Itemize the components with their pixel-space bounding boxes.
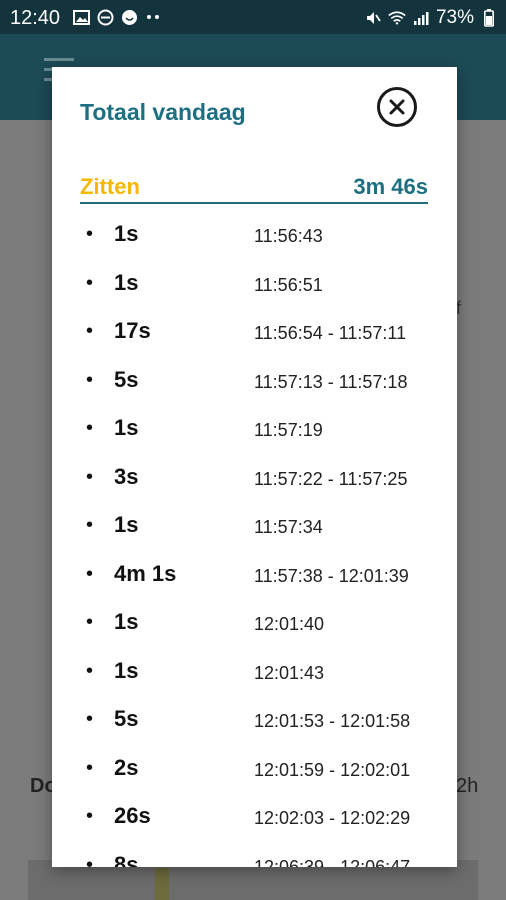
mute-icon — [364, 9, 382, 27]
bullet: • — [86, 562, 94, 585]
entry-time: 12:01:43 — [254, 662, 325, 683]
section-name: Zitten — [80, 174, 140, 199]
entry-time: 11:57:19 — [254, 420, 323, 440]
section-total: 3m 46s — [353, 174, 428, 199]
bullet: • — [86, 223, 94, 245]
close-icon — [389, 99, 405, 115]
bullet: • — [86, 368, 94, 391]
entry-duration: 1s — [114, 512, 139, 537]
entry-time: 11:57:22 - 11:57:25 — [254, 468, 408, 489]
list-item: • 8s 12:06:39 - 12:06:47 — [80, 852, 440, 868]
status-bar: 12:40 73% — [0, 0, 506, 34]
bullet: • — [86, 805, 94, 827]
wifi-icon — [388, 9, 406, 27]
totals-dialog: Totaal vandaag Zitten 3m 46s • 1s 11:56:43… — [52, 67, 457, 867]
list-item: • 26s 12:02:03 - 12:02:29 — [80, 803, 440, 852]
battery-icon — [480, 9, 498, 27]
section-header: Zitten 3m 46s — [80, 174, 428, 204]
entry-duration: 1s — [114, 657, 139, 683]
entry-duration: 26s — [114, 803, 151, 828]
list-item: • 1s 11:56:43 — [80, 221, 440, 270]
entry-duration: 5s — [114, 706, 139, 731]
entry-duration: 5s — [114, 366, 139, 392]
entry-duration: 3s — [114, 463, 139, 489]
background-label-right: 2h — [456, 775, 479, 797]
signal-icon — [412, 9, 430, 27]
bullet: • — [86, 853, 94, 868]
list-item: • 1s 11:57:34 — [80, 512, 440, 561]
bullet: • — [86, 465, 94, 488]
entry-time: 12:01:53 - 12:01:58 — [254, 711, 411, 731]
list-item: • 17s 11:56:54 - 11:57:11 — [80, 318, 440, 367]
entry-duration: 17s — [114, 318, 151, 343]
list-item: • 1s 11:57:19 — [80, 415, 440, 464]
list-item: • 1s 12:01:40 — [80, 609, 440, 658]
more-dots-icon — [144, 8, 162, 26]
bullet: • — [86, 708, 94, 730]
bullet: • — [86, 417, 94, 439]
bullet: • — [86, 756, 94, 779]
status-icons-left — [72, 8, 162, 26]
entry-time: 12:06:39 - 12:06:47 — [254, 856, 411, 868]
face-icon — [120, 8, 138, 26]
list-item: • 5s 11:57:13 - 11:57:18 — [80, 367, 440, 416]
bullet: • — [86, 514, 94, 536]
list-item: • 5s 12:01:53 - 12:01:58 — [80, 706, 440, 755]
entry-duration: 1s — [114, 609, 139, 634]
entry-time: 12:01:59 - 12:02:01 — [254, 759, 411, 780]
entry-duration: 4m 1s — [114, 560, 177, 586]
entry-duration: 8s — [114, 851, 139, 868]
entry-time: 11:57:38 - 12:01:39 — [254, 565, 409, 586]
dialog-title: Totaal vandaag — [80, 99, 246, 125]
background-bar — [155, 868, 169, 900]
entry-duration: 2s — [114, 754, 139, 780]
bullet: • — [86, 611, 94, 633]
entry-duration: 1s — [114, 269, 139, 295]
status-icons-right: 73% — [364, 7, 498, 29]
bullet: • — [86, 320, 94, 342]
list-item: • 1s 12:01:43 — [80, 658, 440, 707]
entry-time: 11:56:54 - 11:57:11 — [254, 323, 407, 343]
battery-percent: 73% — [435, 7, 474, 28]
list-item: • 1s 11:56:51 — [80, 270, 440, 319]
entry-time: 11:57:13 - 11:57:18 — [254, 371, 408, 392]
list-item: • 3s 11:57:22 - 11:57:25 — [80, 464, 440, 513]
list-item: • 2s 12:01:59 - 12:02:01 — [80, 755, 440, 804]
close-button[interactable] — [377, 87, 417, 127]
entry-duration: 1s — [114, 221, 139, 246]
bullet: • — [86, 271, 94, 294]
status-time: 12:40 — [10, 7, 61, 29]
image-icon — [72, 8, 90, 26]
entries-list: • 1s 11:56:43 • 1s 11:56:51 • 17s 11:56:54 - 1… — [80, 221, 440, 867]
entry-time: 11:56:51 — [254, 274, 323, 295]
dnd-icon — [96, 8, 114, 26]
list-item: • 4m 1s 11:57:38 - 12:01:39 — [80, 561, 440, 610]
entry-time: 12:02:03 - 12:02:29 — [254, 808, 411, 828]
entry-time: 12:01:40 — [254, 614, 325, 634]
entry-time: 11:56:43 — [254, 226, 323, 246]
entry-duration: 1s — [114, 415, 139, 440]
entry-time: 11:57:34 — [254, 517, 323, 537]
bullet: • — [86, 659, 94, 682]
